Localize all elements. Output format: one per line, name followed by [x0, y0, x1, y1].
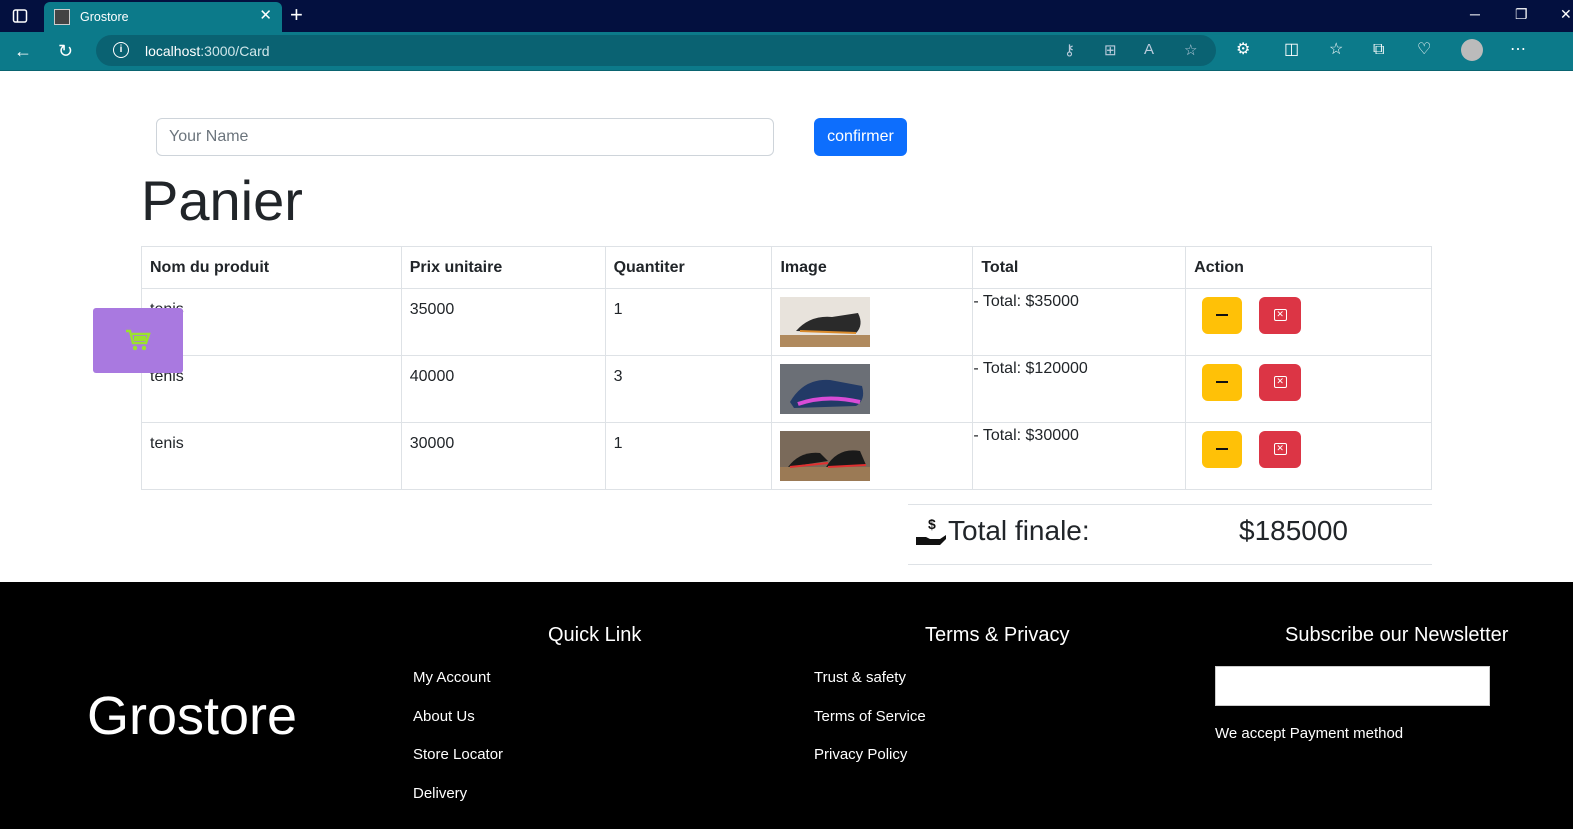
cart-table: Nom du produit Prix unitaire Quantiter I… — [141, 246, 1432, 490]
footer-link-trust-safety[interactable]: Trust & safety — [814, 669, 906, 686]
product-image — [780, 364, 871, 414]
row-total: - Total: $120000 — [972, 355, 1187, 423]
footer-link-terms-of-service[interactable]: Terms of Service — [814, 708, 926, 725]
tab-title: Grostore — [80, 10, 129, 24]
delete-icon: ✕ — [1273, 443, 1287, 455]
info-icon[interactable]: i — [113, 42, 129, 58]
browser-tab-bar: Grostore ✕ + ─ ❐ ✕ — [0, 0, 1573, 32]
page-title: Panier — [141, 169, 303, 232]
refresh-icon[interactable]: ↻ — [58, 41, 73, 61]
decrease-quantity-button[interactable] — [1202, 364, 1243, 401]
quantity: 1 — [604, 288, 773, 356]
profile-avatar[interactable] — [1461, 39, 1483, 61]
payment-method-text: We accept Payment method — [1215, 725, 1404, 742]
quantity: 3 — [604, 355, 773, 423]
decrease-quantity-button[interactable] — [1202, 297, 1243, 334]
name-input[interactable] — [156, 118, 774, 156]
read-aloud-icon[interactable]: A — [1144, 41, 1154, 58]
money-hand-icon: $ — [916, 517, 946, 545]
split-screen-icon[interactable]: ◫ — [1284, 41, 1299, 59]
table-header-row: Nom du produit Prix unitaire Quantiter I… — [141, 246, 1432, 289]
apps-icon[interactable]: ⊞ — [1104, 41, 1117, 59]
url-text: localhost:3000/Card — [145, 43, 270, 59]
row-total: - Total: $30000 — [972, 422, 1187, 490]
total-value: $185000 — [1239, 515, 1349, 546]
svg-text:$: $ — [928, 517, 936, 532]
performance-icon[interactable]: ♡ — [1417, 41, 1431, 59]
favorite-star-icon[interactable]: ☆ — [1184, 41, 1197, 59]
column-header-action: Action — [1185, 246, 1432, 289]
total-label: Total finale: — [948, 515, 1090, 546]
newsletter-email-input[interactable] — [1215, 666, 1490, 706]
order-summary: $ Total finale: $185000 — [908, 504, 1432, 565]
unit-price: 40000 — [400, 355, 606, 423]
unit-price: 30000 — [400, 422, 606, 490]
delete-item-button[interactable]: ✕ — [1258, 297, 1301, 334]
quick-link-heading: Quick Link — [548, 624, 642, 646]
footer-link-my-account[interactable]: My Account — [413, 669, 491, 686]
minimize-icon[interactable]: ─ — [1470, 6, 1480, 22]
restore-icon[interactable]: ❐ — [1515, 6, 1528, 23]
quantity: 1 — [604, 422, 773, 490]
favicon-icon — [54, 9, 70, 25]
footer: Grostore Quick Link My Account About Us … — [0, 582, 1573, 829]
product-image — [780, 431, 871, 481]
delete-item-button[interactable]: ✕ — [1258, 431, 1301, 468]
tab-actions-icon[interactable] — [12, 8, 28, 24]
new-tab-icon[interactable]: + — [290, 4, 303, 26]
table-row: tenis 40000 3 - Total: $120000 ✕ — [141, 355, 1432, 423]
footer-link-delivery[interactable]: Delivery — [413, 785, 467, 802]
url-field[interactable]: i localhost:3000/Card ⚷ ⊞ A ☆ — [96, 35, 1216, 66]
table-row: tenis 30000 1 - Total: $30000 ✕ — [141, 422, 1432, 490]
footer-link-about-us[interactable]: About Us — [413, 708, 475, 725]
column-header-name: Nom du produit — [141, 246, 402, 289]
collections-icon[interactable]: ⧉ — [1373, 41, 1384, 59]
footer-brand: Grostore — [87, 686, 298, 746]
unit-price: 35000 — [400, 288, 606, 356]
shopping-cart-icon — [126, 329, 151, 351]
row-total: - Total: $35000 — [972, 288, 1187, 356]
more-icon[interactable]: ⋯ — [1510, 41, 1526, 59]
product-name: tenis — [141, 422, 402, 490]
floating-cart-button[interactable] — [93, 308, 183, 373]
newsletter-heading: Subscribe our Newsletter — [1285, 624, 1509, 646]
table-row: tenis 35000 1 - Total: $35000 ✕ — [141, 288, 1432, 356]
extensions-icon[interactable]: ⚙ — [1236, 41, 1250, 59]
footer-link-privacy-policy[interactable]: Privacy Policy — [814, 746, 907, 763]
confirm-button[interactable]: confirmer — [814, 118, 907, 156]
column-header-price: Prix unitaire — [400, 246, 606, 289]
favorites-icon[interactable]: ☆ — [1329, 41, 1343, 59]
product-image — [780, 297, 871, 347]
column-header-quantity: Quantiter — [604, 246, 773, 289]
close-tab-icon[interactable]: ✕ — [259, 8, 272, 24]
decrease-quantity-button[interactable] — [1202, 431, 1243, 468]
footer-link-store-locator[interactable]: Store Locator — [413, 746, 503, 763]
browser-tab[interactable]: Grostore ✕ — [44, 2, 282, 32]
terms-privacy-heading: Terms & Privacy — [925, 624, 1070, 646]
delete-icon: ✕ — [1273, 309, 1287, 321]
key-icon[interactable]: ⚷ — [1064, 41, 1075, 59]
address-bar: ← ↻ i localhost:3000/Card ⚷ ⊞ A ☆ ⚙ ◫ ☆ … — [0, 32, 1573, 71]
delete-item-button[interactable]: ✕ — [1258, 364, 1301, 401]
close-window-icon[interactable]: ✕ — [1560, 6, 1572, 23]
back-icon[interactable]: ← — [14, 41, 32, 61]
column-header-image: Image — [771, 246, 974, 289]
column-header-total: Total — [972, 246, 1187, 289]
delete-icon: ✕ — [1273, 376, 1287, 388]
